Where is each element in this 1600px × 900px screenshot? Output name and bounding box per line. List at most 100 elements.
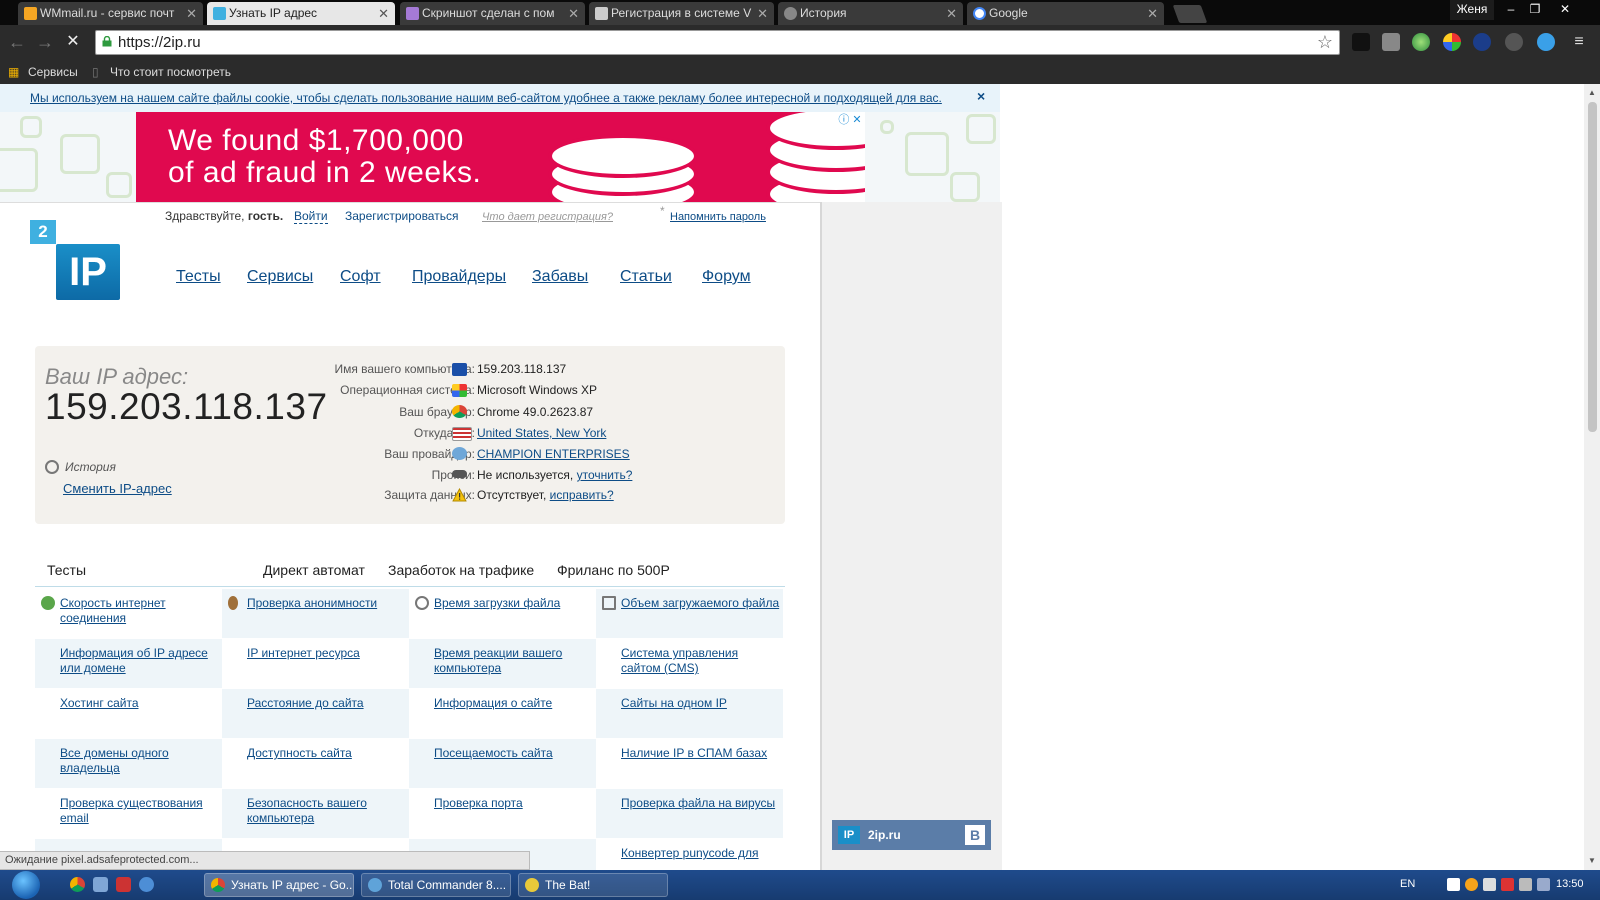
test-link[interactable]: Расстояние до сайта <box>247 696 407 711</box>
test-link[interactable]: Безопасность вашего компьютера <box>247 796 407 826</box>
tab-history[interactable]: История ✕ <box>778 2 963 25</box>
nav-providers[interactable]: Провайдеры <box>412 268 506 286</box>
tray-pen-icon[interactable] <box>1447 878 1460 891</box>
chrome-quicklaunch-icon[interactable] <box>70 877 85 892</box>
provider-link[interactable]: CHAMPION ENTERPRISES <box>477 447 630 461</box>
tray-network-icon[interactable] <box>1519 878 1532 891</box>
scroll-up-icon[interactable]: ▲ <box>1588 88 1596 97</box>
page-scrollbar[interactable]: ▲ ▼ <box>1584 84 1600 870</box>
test-link[interactable]: Время загрузки файла <box>434 596 594 611</box>
forward-arrow-icon[interactable]: → <box>34 31 56 53</box>
taskbar-total-commander[interactable]: Total Commander 8.... <box>361 873 511 897</box>
tab-tests[interactable]: Тесты <box>47 562 86 578</box>
test-link[interactable]: Посещаемость сайта <box>434 746 594 761</box>
fix-protection-link[interactable]: исправить? <box>550 488 614 502</box>
cookie-notice-link[interactable]: Мы используем на нашем сайте файлы cooki… <box>30 91 942 105</box>
extension-compass-icon[interactable] <box>1537 33 1555 51</box>
extension-dark-icon[interactable] <box>1352 33 1370 51</box>
tab-traffic[interactable]: Заработок на трафике <box>388 562 534 578</box>
test-link[interactable]: Наличие IP в СПАМ базах <box>621 746 781 761</box>
location-link[interactable]: United States, New York <box>477 426 606 440</box>
close-tab-icon[interactable]: ✕ <box>378 2 389 25</box>
test-link[interactable]: Доступность сайта <box>247 746 407 761</box>
test-link[interactable]: Все домены одного владельца <box>60 746 220 776</box>
nav-forum[interactable]: Форум <box>702 268 751 286</box>
taskbar-chrome[interactable]: Узнать IP адрес - Go... <box>204 873 354 897</box>
tray-orange-icon[interactable] <box>1465 878 1478 891</box>
test-link[interactable]: Система управления сайтом (CMS) <box>621 646 781 676</box>
tab-direct[interactable]: Директ автомат <box>263 562 365 578</box>
clock[interactable]: 13:50 <box>1556 878 1584 890</box>
profile-button[interactable]: Женя <box>1450 0 1494 20</box>
tray-misc-icon[interactable] <box>1537 878 1550 891</box>
advertisement[interactable]: We found $1,700,000 of ad fraud in 2 wee… <box>136 112 865 202</box>
cookie-close-icon[interactable]: × <box>977 88 985 104</box>
ad-choices-close[interactable]: ⓘ ✕ <box>835 112 865 128</box>
bookmark-what-to-watch[interactable]: Что стоит посмотреть <box>110 64 231 80</box>
extension-screen-icon[interactable] <box>1382 33 1400 51</box>
extension-play-icon[interactable] <box>1505 33 1523 51</box>
menu-icon[interactable]: ≡ <box>1568 31 1590 53</box>
tab-google[interactable]: Google ✕ <box>967 2 1164 25</box>
register-link[interactable]: Зарегистрироваться <box>345 209 458 223</box>
test-link[interactable]: Проверка файла на вирусы <box>621 796 781 811</box>
nav-tests[interactable]: Тесты <box>176 268 221 286</box>
test-link[interactable]: Хостинг сайта <box>60 696 220 711</box>
language-indicator[interactable]: EN <box>1400 878 1415 890</box>
tray-shield-icon[interactable] <box>1501 878 1514 891</box>
social-widget[interactable]: IP 2ip.ru В <box>832 820 991 850</box>
test-link[interactable]: IP интернет ресурса <box>247 646 407 661</box>
test-link[interactable]: Проверка порта <box>434 796 594 811</box>
nav-software[interactable]: Софт <box>340 268 381 286</box>
scroll-thumb[interactable] <box>1588 102 1597 432</box>
extension-color-icon[interactable] <box>1443 33 1461 51</box>
nav-services[interactable]: Сервисы <box>247 268 313 286</box>
test-link[interactable]: Объем загружаемого файла <box>621 596 781 611</box>
tab-2ip[interactable]: Узнать IP адрес ✕ <box>207 2 395 25</box>
close-tab-icon[interactable]: ✕ <box>186 2 197 25</box>
taskbar-the-bat[interactable]: The Bat! <box>518 873 668 897</box>
tab-screenshot[interactable]: Скриншот сделан с пом ✕ <box>400 2 585 25</box>
app-quicklaunch-icon[interactable] <box>116 877 131 892</box>
desktop-quicklaunch-icon[interactable] <box>93 877 108 892</box>
url-input[interactable] <box>118 32 1298 53</box>
close-tab-icon[interactable]: ✕ <box>946 2 957 25</box>
tray-volume-icon[interactable] <box>1483 878 1496 891</box>
test-link[interactable]: Конвертер punycode для <box>621 846 781 861</box>
bookmark-apps[interactable]: Сервисы <box>28 64 78 80</box>
address-bar[interactable]: ☆ <box>95 30 1340 55</box>
test-link[interactable]: Информация о сайте <box>434 696 594 711</box>
remind-password-link[interactable]: Напомнить пароль <box>670 211 766 223</box>
close-tab-icon[interactable]: ✕ <box>757 2 768 25</box>
close-tab-icon[interactable]: ✕ <box>568 2 579 25</box>
proxy-clarify-link[interactable]: уточнить? <box>577 468 633 482</box>
computer-name-value: 159.203.118.137 <box>477 362 567 376</box>
start-button[interactable] <box>12 871 40 899</box>
why-register-link[interactable]: Что дает регистрация? <box>482 211 613 223</box>
minimize-icon[interactable]: – <box>1500 0 1522 20</box>
tab-registration[interactable]: Регистрация в системе V ✕ <box>589 2 774 25</box>
test-link[interactable]: Сайты на одном IP <box>621 696 781 711</box>
back-arrow-icon[interactable]: ← <box>6 31 28 53</box>
restore-icon[interactable]: ❐ <box>1524 0 1546 20</box>
new-tab-button[interactable] <box>1172 5 1208 23</box>
test-link[interactable]: Время реакции вашего компьютера <box>434 646 594 676</box>
close-window-icon[interactable]: ✕ <box>1550 0 1580 20</box>
bookmark-star-icon[interactable]: ☆ <box>1317 32 1333 53</box>
globe-quicklaunch-icon[interactable] <box>139 877 154 892</box>
tab-wmmail[interactable]: WMmail.ru - сервис почт ✕ <box>18 2 203 25</box>
login-link[interactable]: Войти <box>294 209 328 224</box>
test-link[interactable]: Информация об IP адресе или домене <box>60 646 220 676</box>
tab-freelance[interactable]: Фриланс по 500Р <box>557 562 670 578</box>
scroll-down-icon[interactable]: ▼ <box>1588 856 1596 865</box>
stop-loading-icon[interactable]: ✕ <box>62 31 84 53</box>
extension-moon-icon[interactable] <box>1473 33 1491 51</box>
test-link[interactable]: Скорость интернет соединения <box>60 596 220 626</box>
extension-globe-icon[interactable] <box>1412 33 1430 51</box>
nav-fun[interactable]: Забавы <box>532 268 588 286</box>
nav-articles[interactable]: Статьи <box>620 268 672 286</box>
vk-icon[interactable]: В <box>965 825 985 845</box>
test-link[interactable]: Проверка существования email <box>60 796 220 826</box>
close-tab-icon[interactable]: ✕ <box>1147 2 1158 25</box>
test-link[interactable]: Проверка анонимности <box>247 596 407 611</box>
